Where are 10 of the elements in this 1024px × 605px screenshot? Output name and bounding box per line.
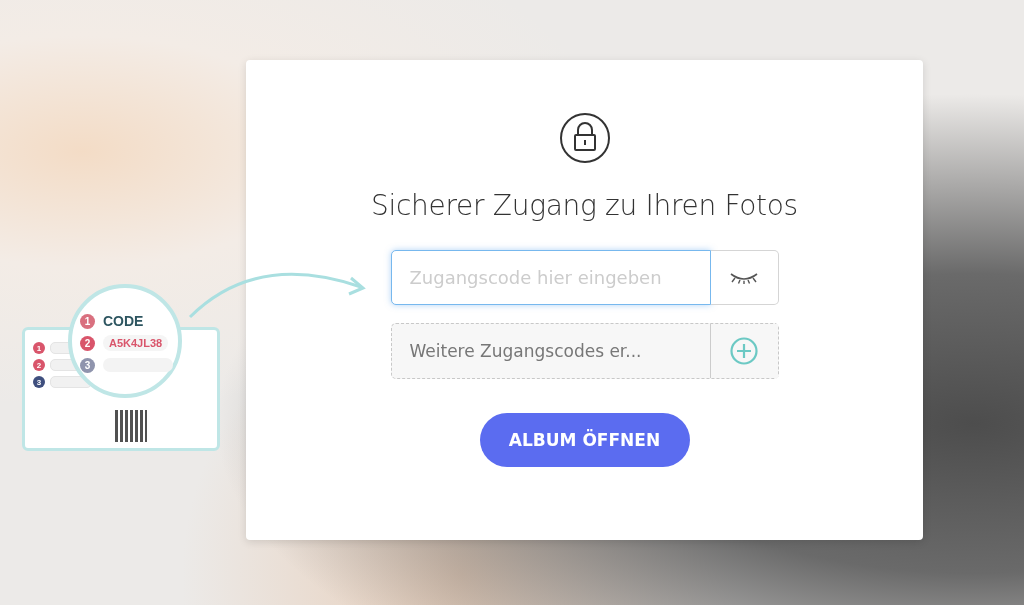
step-number: 2 [80,335,95,351]
code-heading: CODE [103,313,144,329]
step-number: 1 [33,342,45,354]
coupon-code: A5K4JL38 [103,335,169,351]
dialog-title: Sicherer Zugang zu Ihren Fotos [371,189,798,222]
step-number: 2 [33,359,45,371]
step-number: 3 [80,357,95,373]
step-number: 3 [33,376,45,388]
open-album-button[interactable]: ALBUM ÖFFNEN [479,413,690,467]
step-number: 1 [80,313,95,329]
